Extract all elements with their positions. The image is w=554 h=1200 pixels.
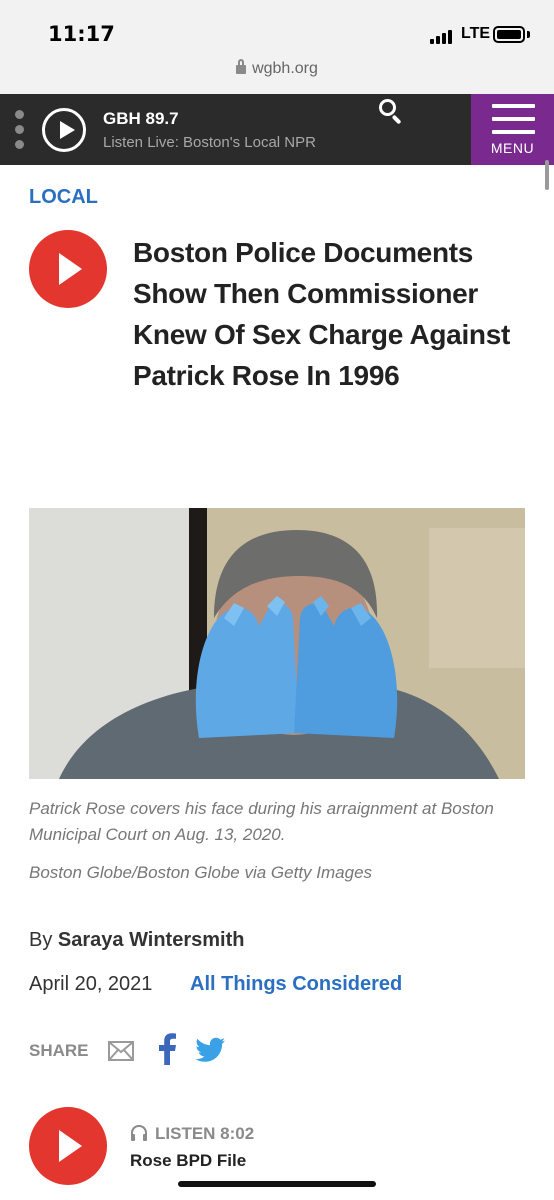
live-play-button[interactable] <box>42 108 86 152</box>
status-time: 11:17 <box>48 22 115 46</box>
address-bar[interactable]: wgbh.org <box>0 59 554 78</box>
network-type: LTE <box>461 25 491 42</box>
audio-title[interactable]: Rose BPD File <box>130 1151 246 1171</box>
station-subtitle[interactable]: Listen Live: Boston's Local NPR <box>103 134 316 151</box>
byline-prefix: By <box>29 929 53 951</box>
article-photo <box>29 508 525 779</box>
menu-label: MENU <box>490 140 535 156</box>
audio-play-button[interactable] <box>29 1107 107 1185</box>
article-headline: Boston Police Documents Show Then Commis… <box>133 237 511 391</box>
photo-credit: Boston Globe/Boston Globe via Getty Imag… <box>29 863 373 882</box>
scrollbar[interactable] <box>545 160 549 190</box>
facebook-icon[interactable] <box>157 1033 177 1065</box>
photo-caption: Patrick Rose covers his face during his … <box>29 799 494 844</box>
mail-icon[interactable] <box>108 1041 134 1061</box>
twitter-icon[interactable] <box>196 1037 226 1063</box>
lock-icon <box>236 59 247 74</box>
more-dots-icon[interactable] <box>15 110 25 150</box>
hamburger-icon <box>492 104 535 134</box>
listen-duration: LISTEN 8:02 <box>155 1124 255 1143</box>
battery-icon <box>493 26 525 43</box>
byline: By Saraya Wintersmith <box>29 929 244 952</box>
live-radio-bar: GBH 89.7 Listen Live: Boston's Local NPR… <box>0 94 554 165</box>
share-label: SHARE <box>29 1041 89 1060</box>
menu-button[interactable]: MENU <box>471 94 554 165</box>
signal-icon <box>430 30 456 44</box>
station-name[interactable]: GBH 89.7 <box>103 109 179 129</box>
home-indicator[interactable] <box>178 1181 376 1187</box>
status-bar: 11:17 LTE wgbh.org <box>0 0 554 94</box>
author-link[interactable]: Saraya Wintersmith <box>58 929 245 951</box>
program-link[interactable]: All Things Considered <box>190 973 402 996</box>
search-icon[interactable] <box>377 97 405 125</box>
url-text: wgbh.org <box>252 60 318 77</box>
category-link[interactable]: LOCAL <box>29 186 98 209</box>
headphones-icon <box>131 1124 147 1141</box>
publish-date: April 20, 2021 <box>29 973 153 995</box>
article-play-button[interactable] <box>29 230 107 308</box>
